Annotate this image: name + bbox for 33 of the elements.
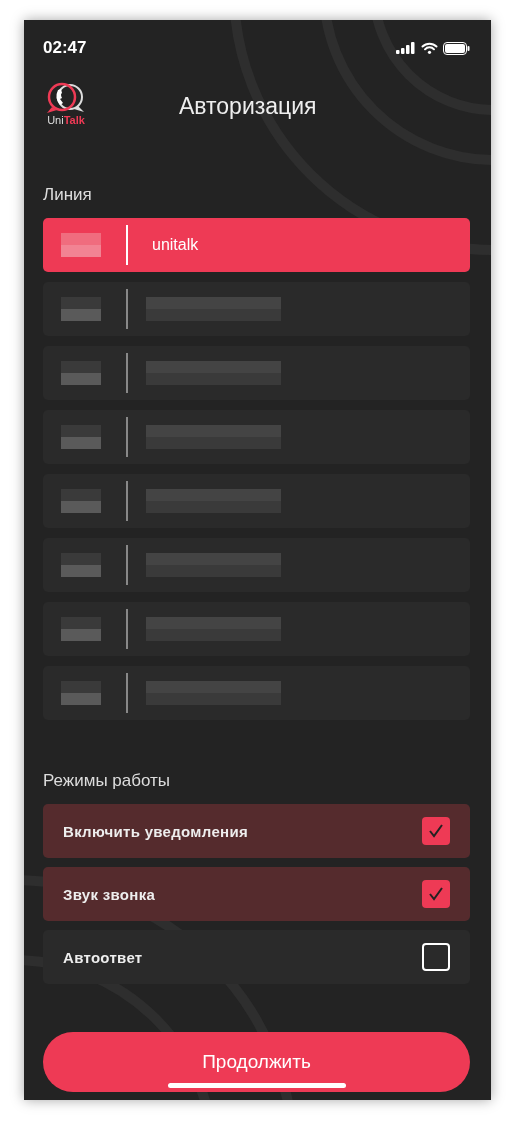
- section-heading: Линия: [43, 185, 93, 205]
- checkbox[interactable]: [422, 817, 450, 845]
- pixelated-mask: [61, 553, 101, 577]
- pixelated-mask: [61, 681, 101, 705]
- line-option[interactable]: [43, 282, 470, 336]
- option-label: Автоответ: [63, 948, 143, 966]
- line-option[interactable]: [43, 666, 470, 720]
- checkbox[interactable]: [422, 943, 450, 971]
- checkmark-icon: [428, 887, 444, 901]
- line-option[interactable]: unitalk: [43, 218, 470, 272]
- pixelated-mask: [61, 617, 101, 641]
- line-option[interactable]: [43, 346, 470, 400]
- pixelated-mask: [61, 233, 101, 257]
- section-heading: Режимы работы: [43, 771, 172, 791]
- pixelated-mask: [61, 361, 101, 385]
- app-logo: UniTalk: [43, 82, 89, 130]
- screen-title: Авторизация: [179, 92, 317, 120]
- continue-button[interactable]: Продолжить: [43, 1032, 470, 1092]
- pixelated-mask: [61, 489, 101, 513]
- checkmark-icon: [428, 824, 444, 838]
- line-option[interactable]: [43, 538, 470, 592]
- status-time: 02:47: [43, 38, 87, 58]
- line-option[interactable]: [43, 410, 470, 464]
- pixelated-mask: [61, 425, 101, 449]
- pixelated-mask: [61, 297, 101, 321]
- checkbox[interactable]: [422, 880, 450, 908]
- signal-icon: [396, 42, 416, 54]
- battery-icon: [443, 41, 470, 55]
- wifi-icon: [421, 42, 438, 54]
- option-label: Звук звонка: [63, 885, 156, 903]
- line-option[interactable]: [43, 602, 470, 656]
- line-option[interactable]: [43, 474, 470, 528]
- option-label: Включить уведомления: [63, 822, 248, 840]
